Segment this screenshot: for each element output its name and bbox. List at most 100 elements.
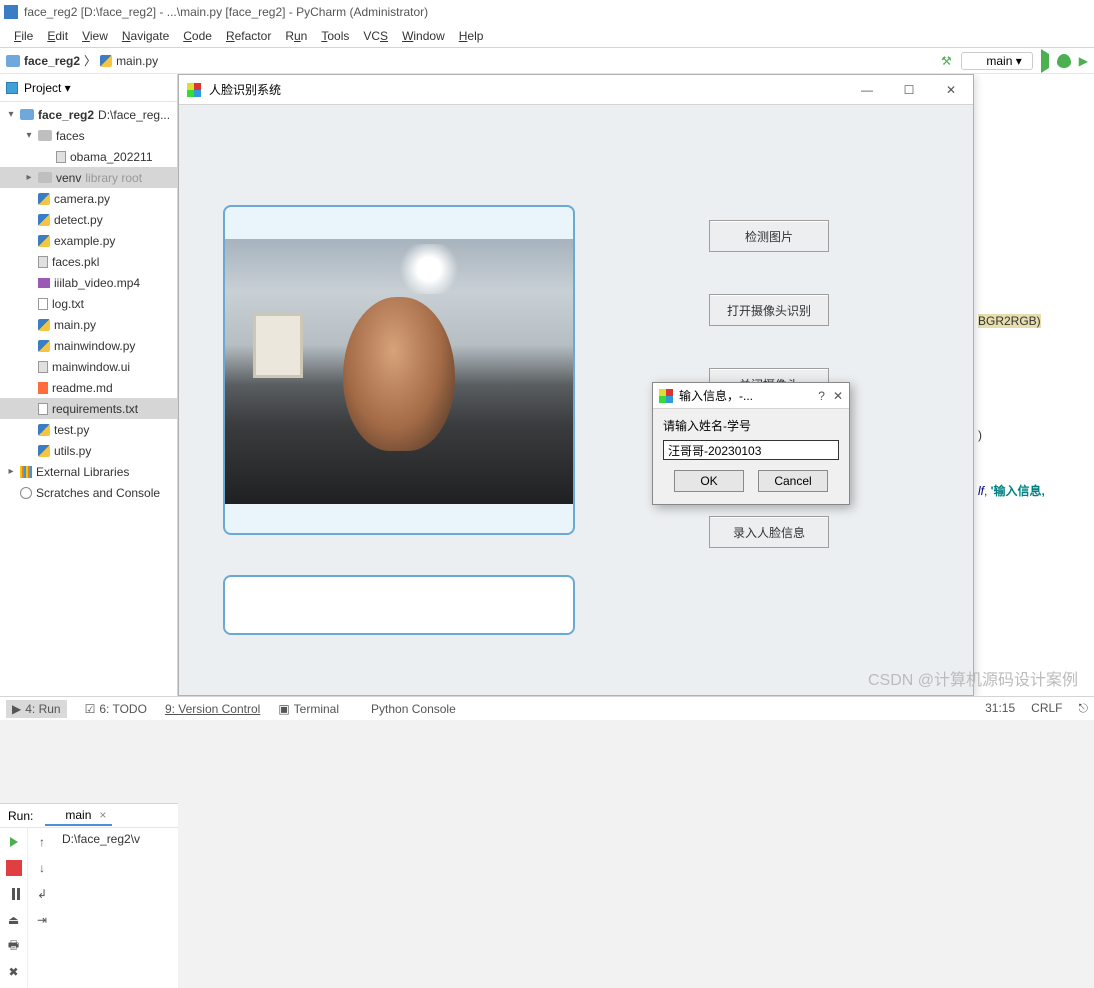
menu-edit[interactable]: Edit	[41, 27, 74, 45]
tree-item[interactable]: Scratches and Console	[0, 482, 177, 503]
main-menu: File Edit View Navigate Code Refactor Ru…	[0, 24, 1094, 48]
tab-python-console[interactable]: Python Console	[357, 702, 456, 716]
python-icon	[972, 56, 982, 66]
menu-view[interactable]: View	[76, 27, 114, 45]
pause-icon[interactable]	[6, 886, 22, 902]
bottom-toolbar: ▶ 4: Run ☑ 6: TODO 9: Version Control ▣ …	[0, 696, 1094, 720]
py-icon	[38, 424, 50, 436]
dialog-titlebar[interactable]: 输入信息，-... ? ✕	[653, 383, 849, 409]
status-lineending: CRLF	[1031, 701, 1062, 716]
exit-icon[interactable]: ⏏	[6, 912, 22, 928]
detect-image-button[interactable]: 检测图片	[709, 220, 829, 252]
run-config-dropdown[interactable]: main ▾	[961, 52, 1032, 70]
tree-item[interactable]: detect.py	[0, 209, 177, 230]
breadcrumb-file: main.py	[116, 54, 158, 68]
app-title: 人脸识别系统	[209, 81, 281, 98]
folder-icon	[38, 130, 52, 141]
tab-todo[interactable]: ☑ 6: TODO	[85, 702, 147, 716]
py-icon	[38, 235, 50, 247]
tree-item[interactable]: example.py	[0, 230, 177, 251]
more-run-icon[interactable]: ▶	[1079, 54, 1088, 68]
window-titlebar: face_reg2 [D:\face_reg2] - ...\main.py […	[0, 0, 1094, 24]
stop-icon[interactable]	[6, 860, 22, 876]
tree-item-label: test.py	[54, 423, 89, 437]
tree-item[interactable]: faces.pkl	[0, 251, 177, 272]
project-sidebar: Project ▾ ▾face_reg2 D:\face_reg...▾face…	[0, 74, 178, 696]
tree-item[interactable]: ▸venv library root	[0, 167, 177, 188]
dialog-prompt: 请输入姓名-学号	[663, 417, 839, 434]
open-camera-button[interactable]: 打开摄像头识别	[709, 294, 829, 326]
menu-help[interactable]: Help	[453, 27, 490, 45]
tree-item-label: detect.py	[54, 213, 103, 227]
tab-terminal[interactable]: ▣ Terminal	[278, 702, 339, 716]
scroll-icon[interactable]: ⇥	[34, 912, 50, 928]
tab-run[interactable]: ▶ 4: Run	[6, 700, 67, 718]
project-header[interactable]: Project ▾	[0, 74, 177, 102]
down-icon[interactable]: ↓	[34, 860, 50, 876]
py-icon	[38, 319, 50, 331]
breadcrumb[interactable]: face_reg2 〉 main.py	[6, 52, 158, 69]
tree-item[interactable]: obama_202211	[0, 146, 177, 167]
enroll-face-button[interactable]: 录入人脸信息	[709, 516, 829, 548]
menu-refactor[interactable]: Refactor	[220, 27, 277, 45]
dialog-help-button[interactable]: ?	[818, 389, 825, 403]
tab-version-control[interactable]: 9: Version Control	[165, 702, 260, 716]
ok-button[interactable]: OK	[674, 470, 744, 492]
tree-item-label: faces.pkl	[52, 255, 99, 269]
app-titlebar[interactable]: 人脸识别系统 — ☐ ✕	[179, 75, 973, 105]
rerun-icon[interactable]	[6, 834, 22, 850]
breadcrumb-root: face_reg2	[24, 54, 80, 68]
menu-file[interactable]: File	[8, 27, 39, 45]
tree-item[interactable]: iiilab_video.mp4	[0, 272, 177, 293]
menu-tools[interactable]: Tools	[315, 27, 355, 45]
tree-item-label: mainwindow.ui	[52, 360, 130, 374]
menu-window[interactable]: Window	[396, 27, 451, 45]
tree-item[interactable]: mainwindow.py	[0, 335, 177, 356]
dialog-title: 输入信息，-...	[679, 387, 753, 404]
tree-item-label: iiilab_video.mp4	[54, 276, 140, 290]
dialog-close-button[interactable]: ✕	[833, 389, 843, 403]
tree-item[interactable]: utils.py	[0, 440, 177, 461]
tree-item[interactable]: ▾face_reg2 D:\face_reg...	[0, 104, 177, 125]
tree-item[interactable]: mainwindow.ui	[0, 356, 177, 377]
close-button[interactable]: ✕	[937, 83, 965, 97]
tree-item[interactable]: camera.py	[0, 188, 177, 209]
tree-item-label: External Libraries	[36, 465, 129, 479]
tree-item-label: face_reg2	[38, 108, 94, 122]
cancel-button[interactable]: Cancel	[758, 470, 828, 492]
print-icon[interactable]: 🖶	[6, 938, 22, 954]
delete-icon[interactable]: ✖	[6, 964, 22, 980]
wrap-icon[interactable]: ↲	[34, 886, 50, 902]
python-file-icon	[100, 55, 112, 67]
menu-vcs[interactable]: VCS	[357, 27, 394, 45]
menu-navigate[interactable]: Navigate	[116, 27, 175, 45]
tree-item-label: requirements.txt	[52, 402, 138, 416]
run-button[interactable]	[1041, 54, 1049, 68]
run-tab-main[interactable]: main ×	[45, 806, 112, 826]
debug-icon[interactable]	[1057, 54, 1071, 68]
minimize-button[interactable]: —	[853, 83, 881, 97]
editor-peek: BGR2RGB) ) lf, '输入信息,	[974, 74, 1094, 696]
txt-icon	[38, 403, 48, 415]
tree-item[interactable]: test.py	[0, 419, 177, 440]
tree-item[interactable]: readme.md	[0, 377, 177, 398]
project-tree[interactable]: ▾face_reg2 D:\face_reg...▾facesobama_202…	[0, 102, 177, 511]
file-icon	[38, 256, 48, 268]
nav-row: face_reg2 〉 main.py ⚒ main ▾ ▶	[0, 48, 1094, 74]
menu-code[interactable]: Code	[177, 27, 218, 45]
menu-run[interactable]: Run	[279, 27, 313, 45]
build-icon[interactable]: ⚒	[939, 54, 953, 68]
tree-item-label: camera.py	[54, 192, 110, 206]
maximize-button[interactable]: ☐	[895, 83, 923, 97]
tree-item[interactable]: ▾faces	[0, 125, 177, 146]
tree-item[interactable]: requirements.txt	[0, 398, 177, 419]
up-icon[interactable]: ↑	[34, 834, 50, 850]
input-dialog: 输入信息，-... ? ✕ 请输入姓名-学号 OK Cancel	[652, 382, 850, 505]
run-output[interactable]: D:\face_reg2\v	[56, 828, 178, 988]
name-id-input[interactable]	[663, 440, 839, 460]
close-icon[interactable]: ×	[99, 808, 106, 822]
tree-item[interactable]: main.py	[0, 314, 177, 335]
python-icon	[51, 810, 61, 820]
tree-item[interactable]: ▸External Libraries	[0, 461, 177, 482]
tree-item[interactable]: log.txt	[0, 293, 177, 314]
